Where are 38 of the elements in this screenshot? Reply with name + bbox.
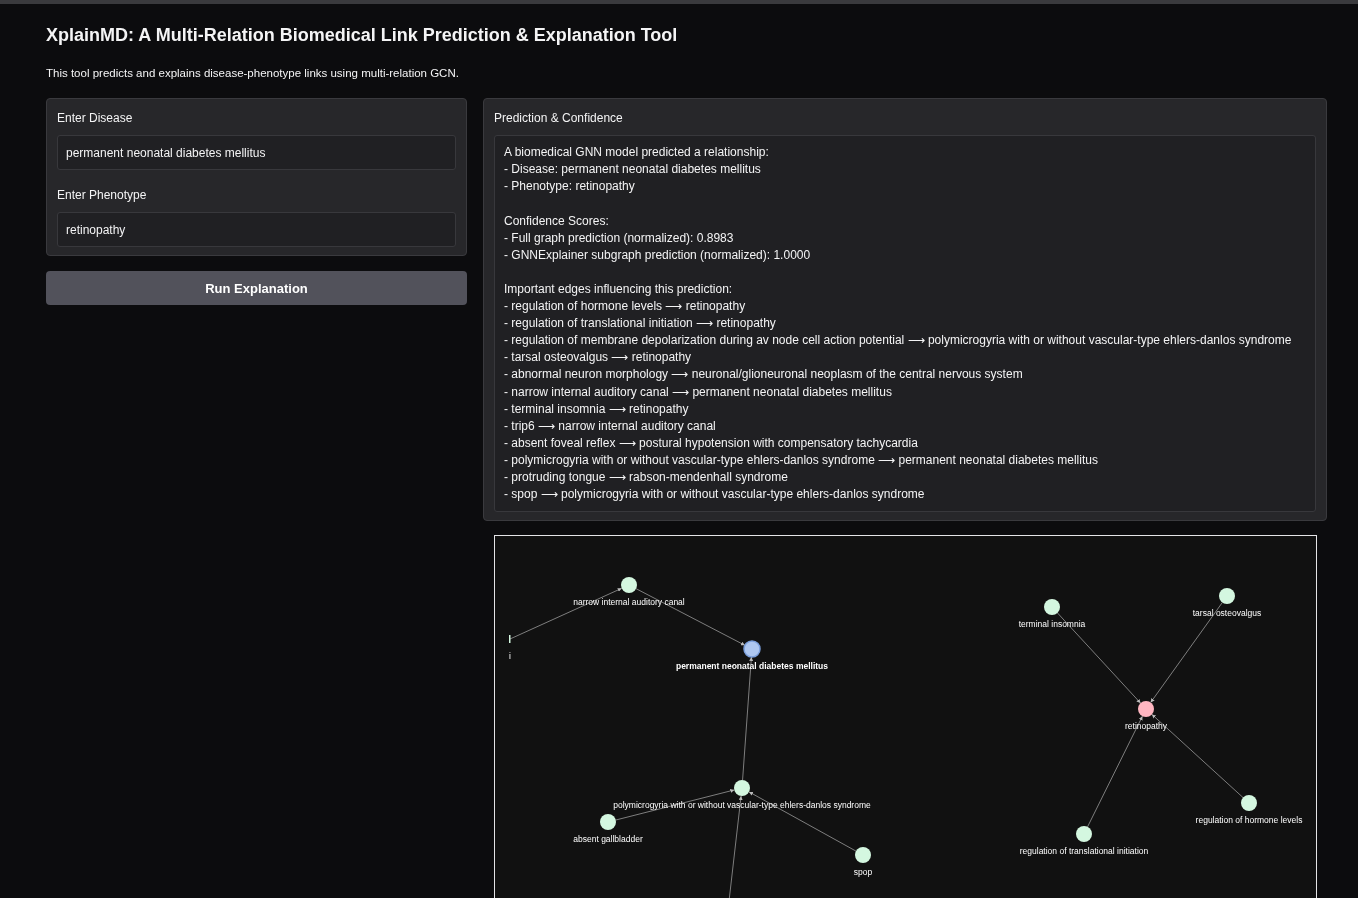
result-line: - regulation of hormone levels ⟶ retinopathy — [504, 298, 747, 316]
result-line: - regulation of translational initiation ⟶ retinopathy — [504, 315, 777, 333]
run-explanation-button[interactable]: Run Explanation — [46, 271, 467, 306]
page-description: This tool predicts and explains disease-phenotype links using multi-relation GCN. — [46, 66, 460, 81]
result-line: - tarsal osteovalgus ⟶ retinopathy — [504, 349, 693, 367]
node-label: regulation of hormone levels — [1195, 815, 1303, 826]
result-line: Confidence Scores: — [504, 212, 610, 230]
node-label: spop — [853, 867, 873, 878]
result-line: A biomedical GNN model predicted a relationship: — [504, 144, 770, 162]
node-label: permanent neonatal diabetes mellitus — [675, 661, 829, 672]
result-line: - narrow internal auditory canal ⟶ permanent neonatal diabetes mellitus — [504, 383, 893, 401]
node-label: tarsal osteovalgus — [1192, 608, 1262, 619]
node-label: regulation of translational initiation — [1019, 846, 1149, 857]
text-field[interactable]: permanent neonatal diabetes mellitus — [57, 135, 456, 171]
node-label: polymicrogyria with or without vascular-type ehlers-danlos syndrome — [613, 800, 871, 811]
node-label: narrow internal auditory canal — [573, 597, 685, 608]
result-line: - Full graph prediction (normalized): 0.8983 — [504, 229, 735, 247]
result-line: - spop ⟶ polymicrogyria with or without vascular-type ehlers-danlos syndrome — [504, 486, 926, 504]
page-title: XplainMD: A Multi-Relation Biomedical Link Prediction & Explanation Tool — [46, 24, 679, 47]
node-label: absent gallbladder — [573, 834, 643, 845]
field-label: Enter Disease — [57, 110, 133, 128]
result-line: - abnormal neuron morphology ⟶ neuronal/glioneuronal neoplasm of the central nervous system — [504, 366, 1024, 384]
result-line: - Phenotype: retinopathy — [504, 178, 636, 196]
result-line: - terminal insomnia ⟶ retinopathy — [504, 400, 690, 418]
result-line: - polymicrogyria with or without vascular-type ehlers-danlos syndrome ⟶ permanent neonatal diabetes mellitus — [504, 451, 1099, 469]
result-line: - Disease: permanent neonatal diabetes mellitus — [504, 161, 762, 179]
result-line: - GNNExplainer subgraph prediction (normalized): 1.0000 — [504, 246, 812, 264]
node-label: i — [509, 651, 511, 662]
result-line: - absent foveal reflex ⟶ postural hypotension with compensatory tachycardia — [504, 434, 919, 452]
result-line: - protruding tongue ⟶ rabson-mendenhall syndrome — [504, 469, 789, 487]
node-label: retinopathy — [1124, 721, 1168, 732]
text-field[interactable]: retinopathy — [57, 212, 456, 248]
output-label: Prediction & Confidence — [494, 110, 623, 128]
result-line: - trip6 ⟶ narrow internal auditory canal — [504, 417, 717, 435]
field-label: Enter Phenotype — [57, 187, 147, 205]
result-line: - regulation of membrane depolarization during av node cell action potential ⟶ polymicrogyria with or without vascular-type ehlers-danlos syndrome — [504, 332, 1293, 350]
result-line: Important edges influencing this prediction: — [504, 281, 734, 298]
node-label: terminal insomnia — [1018, 619, 1086, 630]
